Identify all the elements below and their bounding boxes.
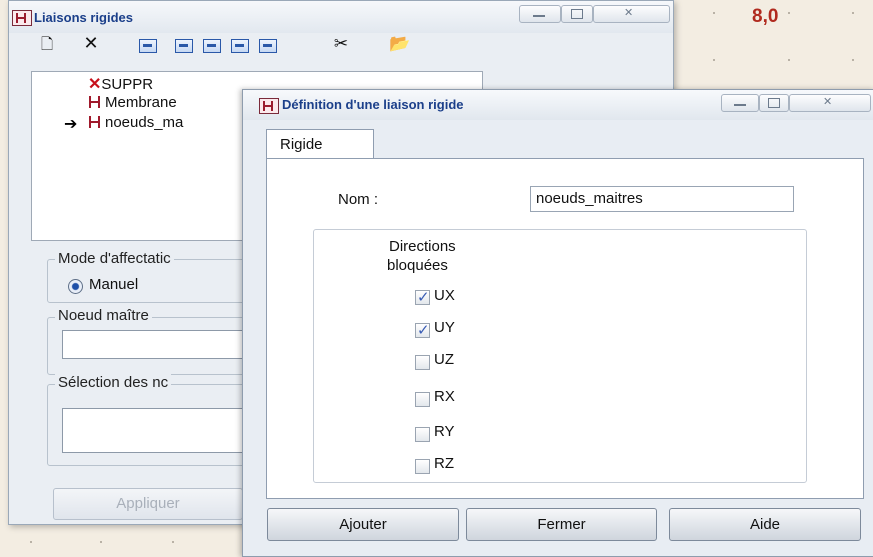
checkbox-ry[interactable]	[415, 427, 430, 442]
dialog-minimize-button[interactable]	[721, 94, 759, 112]
dialog-close-button[interactable]: ✕	[789, 94, 871, 112]
checkmark-icon: ✓	[417, 321, 430, 339]
master-node-label: Noeud maître	[55, 307, 152, 324]
grid-dot	[100, 541, 102, 543]
open-folder-icon[interactable]: 📂	[389, 36, 410, 53]
checkbox-rz[interactable]	[415, 459, 430, 474]
new-document-icon[interactable]: 🗋	[37, 36, 57, 52]
delete-icon[interactable]: ✕	[81, 35, 101, 53]
view-table-icon[interactable]	[231, 39, 249, 53]
checkbox-rx-label: RX	[434, 388, 455, 405]
grid-dot	[30, 541, 32, 543]
checkbox-uy[interactable]: ✓	[415, 321, 430, 339]
help-button[interactable]: Aide	[669, 508, 861, 541]
rigid-links-titlebar[interactable]: Liaisons rigides ✕	[9, 1, 673, 33]
view-details-icon[interactable]	[175, 39, 193, 53]
view-columns-icon[interactable]	[259, 39, 277, 53]
tab-rigide[interactable]: Rigide	[266, 129, 374, 159]
dialog-titlebar[interactable]: Définition d'une liaison rigide ✕	[243, 90, 873, 120]
node-selection-label: Sélection des nc	[55, 374, 172, 391]
grid-dot	[788, 59, 790, 61]
apply-button[interactable]: Appliquer	[53, 488, 243, 520]
delete-mark-icon: ✕	[88, 76, 102, 93]
assignment-mode-label: Mode d'affectatic	[55, 250, 174, 267]
dialog-title: Définition d'une liaison rigide	[282, 97, 464, 112]
tree-item[interactable]: Membrane	[88, 94, 177, 111]
grid-dot	[172, 541, 174, 543]
dialog-maximize-button[interactable]	[759, 94, 789, 112]
directions-label-line2: bloquées	[387, 257, 448, 274]
canvas-value-label: 8,0	[752, 6, 779, 27]
current-arrow-icon: ➔	[64, 114, 78, 133]
rigid-link-icon	[12, 10, 32, 26]
checkbox-ux-label: UX	[434, 287, 455, 304]
window-title: Liaisons rigides	[34, 10, 133, 25]
checkmark-icon: ✓	[417, 288, 430, 306]
grid-dot	[713, 59, 715, 61]
grid-dot	[852, 12, 854, 14]
cut-icon[interactable]: ✂	[331, 36, 351, 53]
maximize-button[interactable]	[561, 5, 593, 23]
directions-label-line1: Directions	[389, 238, 456, 255]
minimize-button[interactable]	[519, 5, 561, 23]
checkbox-uy-label: UY	[434, 319, 455, 336]
rigid-link-icon	[259, 98, 279, 114]
close-button[interactable]: ✕	[593, 5, 670, 23]
checkbox-uz[interactable]	[415, 355, 430, 370]
checkbox-rx[interactable]	[415, 392, 430, 407]
manual-radio-label: Manuel	[89, 276, 139, 293]
checkbox-ux[interactable]: ✓	[415, 288, 430, 306]
rigid-link-icon	[88, 96, 104, 108]
checkbox-rz-label: RZ	[434, 455, 454, 472]
checkbox-uz-label: UZ	[434, 351, 454, 368]
checkbox-ry-label: RY	[434, 423, 455, 440]
grid-dot	[788, 12, 790, 14]
tree-item[interactable]: ✕SUPPR	[88, 74, 153, 94]
name-label: Nom :	[338, 191, 379, 208]
close-dialog-button[interactable]: Fermer	[466, 508, 657, 541]
grid-dot	[713, 12, 715, 14]
manual-radio[interactable]	[68, 279, 83, 294]
name-input[interactable]: noeuds_maitres	[530, 186, 794, 212]
rigid-link-icon	[88, 116, 104, 128]
tree-item[interactable]: noeuds_ma	[88, 114, 183, 131]
view-grid-icon[interactable]	[203, 39, 221, 53]
grid-dot	[852, 59, 854, 61]
view-list-icon[interactable]	[139, 39, 157, 53]
add-button[interactable]: Ajouter	[267, 508, 459, 541]
